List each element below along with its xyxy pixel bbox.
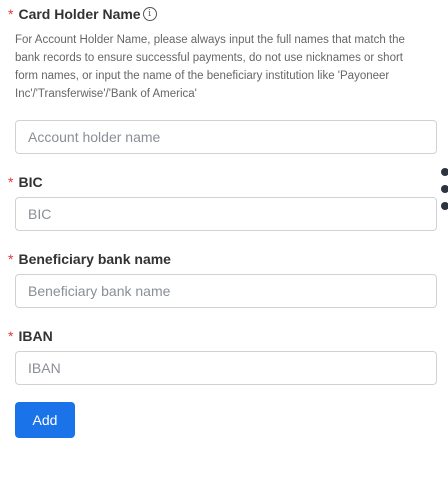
bic-input[interactable]: [15, 197, 437, 231]
bank-name-label: Beneficiary bank name: [18, 251, 171, 267]
bank-name-label-row: * Beneficiary bank name: [8, 251, 171, 267]
iban-label: IBAN: [18, 328, 53, 344]
account-holder-name-input[interactable]: [15, 120, 437, 154]
card-holder-label-row: * Card Holder Name i: [8, 6, 157, 22]
required-mark: *: [8, 6, 14, 22]
required-mark: *: [8, 174, 14, 190]
card-holder-label: Card Holder Name: [18, 6, 141, 22]
dot: [441, 202, 448, 210]
beneficiary-bank-name-input[interactable]: [15, 274, 437, 308]
add-button[interactable]: Add: [15, 402, 75, 438]
vertical-dots-icon[interactable]: [441, 168, 448, 219]
bic-label: BIC: [18, 174, 43, 190]
bic-label-row: * BIC: [8, 174, 43, 190]
dot: [441, 168, 448, 176]
iban-input[interactable]: [15, 351, 437, 385]
info-circle-icon[interactable]: i: [142, 7, 157, 21]
card-holder-help-text: For Account Holder Name, please always i…: [15, 34, 405, 100]
required-mark: *: [8, 251, 14, 267]
bank-details-form: * Card Holder Name i For Account Holder …: [0, 0, 448, 482]
required-mark: *: [8, 328, 14, 344]
dot: [441, 185, 448, 193]
iban-label-row: * IBAN: [8, 328, 53, 344]
